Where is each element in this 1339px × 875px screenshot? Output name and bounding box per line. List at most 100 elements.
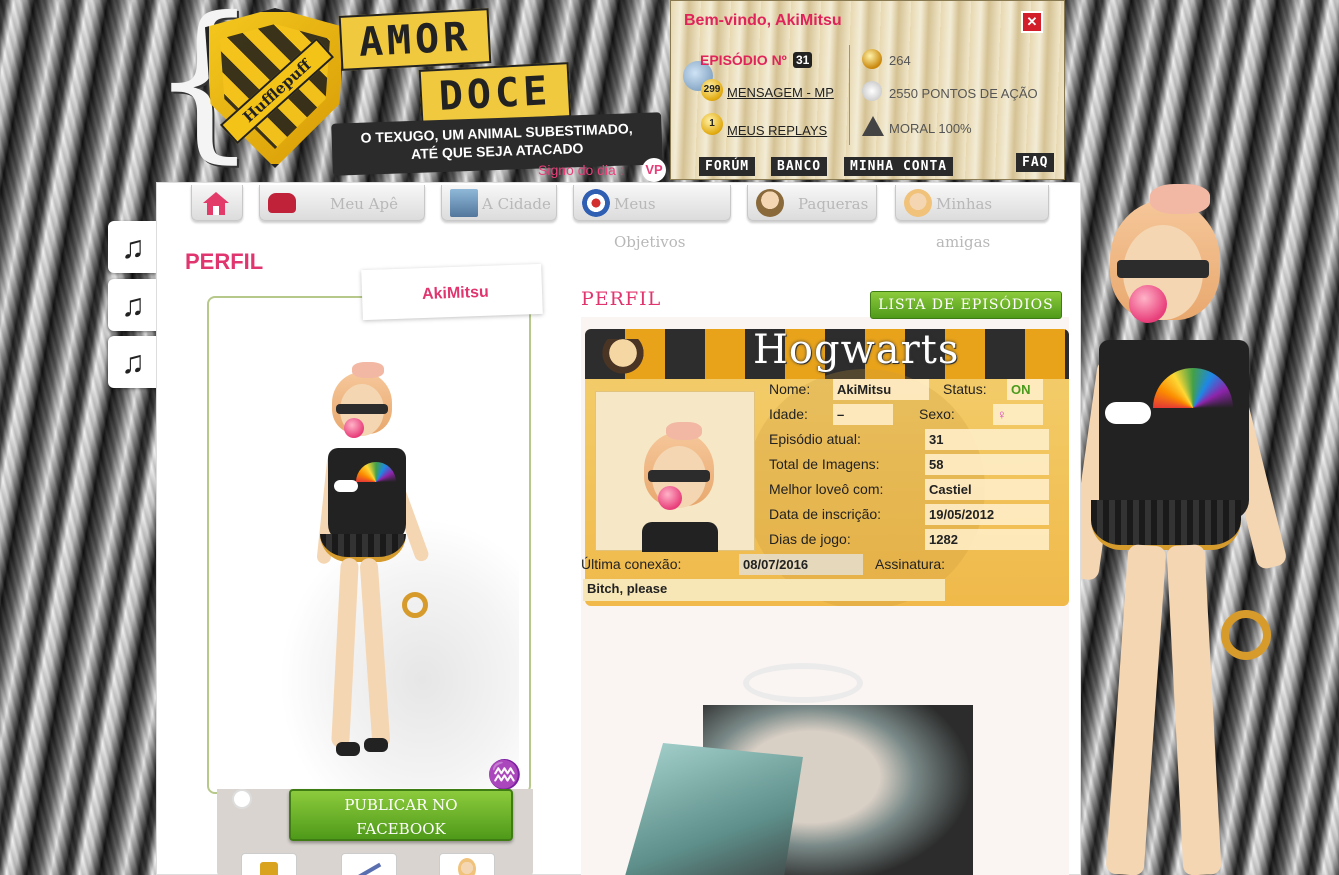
episode-current-label: Episódio atual: (769, 431, 861, 447)
portrait-figure (636, 422, 726, 552)
music-button-3[interactable]: ♫ (108, 336, 158, 388)
action-points-value: 2550 PONTOS DE AÇÃO (889, 86, 1038, 101)
episode-number: 31 (793, 52, 813, 68)
smoke-swirl (743, 663, 863, 703)
cupcake-icon (601, 339, 645, 379)
music-button-2[interactable]: ♫ (108, 279, 158, 331)
avatar-figure (294, 358, 454, 778)
logo-word-amor: AMOR (338, 8, 492, 71)
signature-label: Assinatura: (875, 556, 946, 572)
replays-link[interactable]: MEUS REPLAYS (727, 123, 827, 138)
avatar-cloud-print (334, 480, 358, 492)
sex-value: ♀ (993, 404, 1043, 425)
signature-value: Bitch, please (583, 579, 945, 601)
close-button[interactable]: ✕ (1021, 11, 1043, 33)
character-leg-right (1166, 544, 1222, 875)
age-value: – (833, 404, 893, 425)
messages-link[interactable]: MENSAGEM - MP (727, 85, 834, 100)
username-tab: AkiMitsu (361, 263, 543, 321)
avatar-thumb-icon (458, 858, 476, 875)
best-love-label: Melhor loveô com: (769, 481, 884, 497)
lock-button[interactable] (241, 853, 297, 875)
top-navigation: Meu Apê A Cidade Meus Objetivos Paqueras… (187, 185, 1057, 251)
avatar-button[interactable] (439, 853, 495, 875)
portrait-bubblegum (658, 486, 682, 510)
site-header: { Hufflepuff AMOR DOCE O TEXUGO, UM ANIM… (150, 0, 1070, 182)
avatar-bubblegum (344, 418, 364, 438)
tab-meus-objetivos[interactable]: Meus Objetivos (573, 185, 731, 251)
profile-picture (583, 663, 1063, 875)
boy-avatar-icon (756, 189, 784, 217)
avatar-card: ♒ (207, 296, 531, 794)
city-icon (450, 189, 478, 217)
avatar-sunglasses (336, 404, 388, 414)
avatar-skirt (320, 534, 406, 562)
account-nav: FORÚM BANCO MINHA CONTA FAQ (671, 151, 1066, 179)
name-value: AkiMitsu (833, 379, 929, 400)
replays-badge: 1 (701, 113, 723, 135)
character-sunglasses (1117, 260, 1209, 278)
name-label: Nome: (769, 381, 811, 397)
faq-link[interactable]: FAQ (1016, 153, 1055, 172)
coin-icon (862, 49, 882, 69)
target-icon (582, 189, 610, 217)
username-label: AkiMitsu (421, 283, 489, 304)
pencil-icon (356, 862, 382, 875)
minha-conta-link[interactable]: MINHA CONTA (844, 157, 954, 176)
slider-handle[interactable] (232, 789, 252, 809)
coins-value: 264 (889, 53, 911, 68)
side-character (1067, 180, 1315, 875)
page-title: PERFIL (185, 249, 264, 274)
avatar-leg-right (359, 557, 391, 749)
welcome-title: Bem-vindo, AkiMitsu (684, 12, 842, 29)
tab-meu-ape[interactable]: Meu Apê (259, 185, 425, 221)
tab-paqueras[interactable]: Paqueras (747, 185, 877, 221)
character-leg-left (1105, 544, 1167, 875)
divider (849, 45, 850, 145)
main-content: Meu Apê A Cidade Meus Objetivos Paqueras… (156, 182, 1081, 875)
messages-badge: 299 (701, 79, 723, 101)
tab-home[interactable] (191, 185, 243, 221)
zodiac-sign-icon[interactable]: VP (642, 158, 666, 182)
site-logo[interactable]: AMOR DOCE (338, 4, 695, 125)
avatar-donut-bag (402, 592, 428, 618)
signup-date-value: 19/05/2012 (925, 504, 1049, 525)
edit-button[interactable] (341, 853, 397, 875)
zodiac-icon: ♒ (487, 759, 522, 790)
signo-do-dia-label: Signo do dia : (538, 162, 624, 178)
tab-label: Paqueras (798, 195, 869, 213)
last-connection-label: Última conexão: (581, 556, 682, 572)
sofa-icon (268, 193, 296, 213)
portrait-sunglasses (648, 470, 710, 482)
avatar-rainbow-print (356, 462, 396, 502)
status-value: ON (1007, 379, 1043, 400)
tab-label: Minhas amigas (936, 195, 993, 251)
girl-avatar-icon (904, 189, 932, 217)
forum-link[interactable]: FORÚM (699, 157, 756, 176)
last-connection-value: 08/07/2016 (739, 554, 863, 575)
home-icon (202, 190, 230, 216)
avatar-shoe-right (364, 738, 388, 752)
tab-minhas-amigas[interactable]: Minhas amigas (895, 185, 1049, 251)
avatar-bow (352, 362, 384, 378)
banco-link[interactable]: BANCO (771, 157, 828, 176)
status-label: Status: (943, 381, 987, 397)
donut-handbag (1221, 610, 1271, 660)
episode-list-button[interactable]: LISTA DE EPISÓDIOS (870, 291, 1062, 319)
hourglass-icon (862, 81, 882, 101)
days-played-value: 1282 (925, 529, 1049, 550)
moral-icon (862, 116, 884, 136)
images-value: 58 (925, 454, 1049, 475)
welcome-panel: Bem-vindo, AkiMitsu ✕ EPISÓDIO Nº 31 299… (670, 0, 1065, 180)
rainbow-print (1153, 368, 1233, 448)
best-love-value: Castiel (925, 479, 1049, 500)
tab-a-cidade[interactable]: A Cidade (441, 185, 557, 221)
signup-date-label: Data de inscrição: (769, 506, 882, 522)
publish-facebook-button[interactable]: PUBLICAR NO FACEBOOK (289, 789, 513, 841)
images-label: Total de Imagens: (769, 456, 880, 472)
character-bow (1150, 184, 1210, 214)
portrait-bow (666, 422, 702, 440)
board-title: Hogwarts (753, 329, 960, 373)
episode-label: EPISÓDIO Nº (700, 52, 787, 68)
music-button-1[interactable]: ♫ (108, 221, 158, 273)
